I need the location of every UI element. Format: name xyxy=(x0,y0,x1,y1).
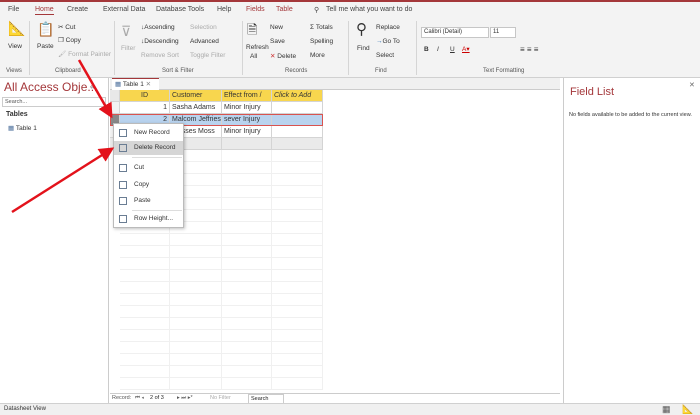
red-arrow xyxy=(11,147,115,214)
annotation-arrows xyxy=(11,59,115,214)
red-arrow xyxy=(77,59,113,119)
